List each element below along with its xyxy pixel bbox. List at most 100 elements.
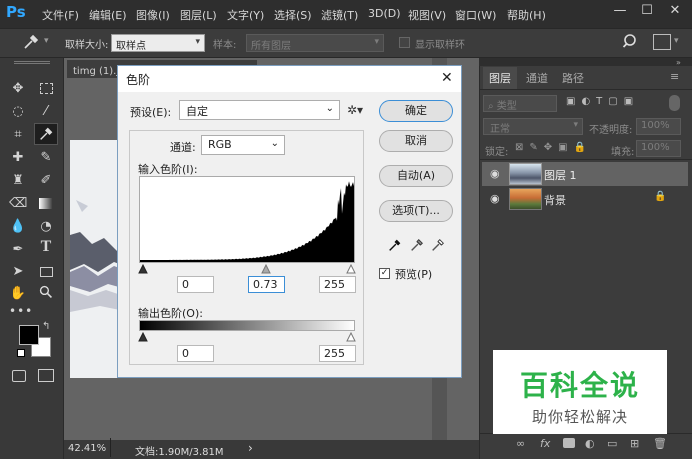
black-eyedropper-icon[interactable] <box>387 237 405 255</box>
blur-tool-icon[interactable]: 💧 <box>9 218 27 236</box>
pen-tool-icon[interactable]: ✒ <box>9 241 27 259</box>
delete-layer-icon[interactable]: 🗑 <box>653 437 667 450</box>
opacity-field[interactable]: 100% <box>636 118 681 135</box>
gamma-handle[interactable] <box>261 263 271 274</box>
cancel-button[interactable]: 取消 <box>379 130 453 152</box>
tab-paths[interactable]: 路径 <box>556 67 590 89</box>
menu-layer[interactable]: 图层(L) <box>180 7 217 23</box>
gradient-tool-icon[interactable] <box>37 195 55 213</box>
input-slider-track[interactable] <box>138 263 356 274</box>
preset-options-gear-icon[interactable]: ✲▾ <box>347 103 363 117</box>
sample-select[interactable]: 所有图层 ▾ <box>246 34 384 52</box>
output-black-field[interactable]: 0 <box>177 345 214 362</box>
stamp-tool-icon[interactable]: ♜ <box>9 172 27 190</box>
gray-eyedropper-icon[interactable] <box>409 237 427 255</box>
output-black-handle[interactable] <box>138 331 148 342</box>
options-button[interactable]: 选项(T)... <box>379 200 453 222</box>
crop-tool-icon[interactable]: ⌗ <box>9 126 27 144</box>
layer-kind-filter[interactable]: ⌕ 类型 <box>483 95 557 112</box>
close-window-button[interactable]: ✕ <box>662 3 688 25</box>
menu-help[interactable]: 帮助(H) <box>507 7 546 23</box>
fx-icon[interactable]: fx <box>540 437 550 450</box>
menu-select[interactable]: 选择(S) <box>274 7 312 23</box>
tab-layers[interactable]: 图层 <box>483 67 517 89</box>
output-white-handle[interactable] <box>346 331 356 342</box>
zoom-tool-icon[interactable] <box>37 285 55 303</box>
eye-visibility-icon[interactable]: ◉ <box>490 167 500 180</box>
eraser-tool-icon[interactable]: ⌫ <box>9 195 27 213</box>
collapse-panels-icon[interactable]: » <box>676 58 681 67</box>
brush-tool-icon[interactable]: ✎ <box>37 149 55 167</box>
path-selection-tool-icon[interactable]: ➤ <box>9 263 27 281</box>
zoom-level[interactable]: 42.41% <box>68 443 106 454</box>
panel-menu-icon[interactable]: ≡ <box>670 70 679 83</box>
menu-file[interactable]: 文件(F) <box>42 7 79 23</box>
workspace-icon[interactable] <box>653 34 671 50</box>
output-slider-track[interactable] <box>138 331 356 342</box>
lock-icons[interactable]: ⊠✎✥▣🔒 <box>515 142 592 153</box>
input-black-field[interactable]: 0 <box>177 276 214 293</box>
close-icon[interactable]: ✕ <box>441 70 453 86</box>
auto-button[interactable]: 自动(A) <box>379 165 453 187</box>
adjustment-layer-icon[interactable]: ◐ <box>585 437 595 450</box>
new-group-icon[interactable]: ▭ <box>607 437 617 450</box>
healing-brush-tool-icon[interactable]: ✚ <box>9 149 27 167</box>
input-gamma-field[interactable]: 0.73 <box>248 276 285 293</box>
layer-filter-icons[interactable]: ▣◐T▢▣ <box>566 96 639 107</box>
menu-type[interactable]: 文字(Y) <box>227 7 264 23</box>
menu-window[interactable]: 窗口(W) <box>455 7 496 23</box>
toolbar-grip <box>14 61 50 64</box>
quick-mask-icon[interactable] <box>12 370 26 382</box>
history-brush-tool-icon[interactable]: ✐ <box>37 172 55 190</box>
menu-view[interactable]: 视图(V) <box>408 7 446 23</box>
magic-wand-tool-icon[interactable]: ⁄ <box>37 103 55 121</box>
menu-edit[interactable]: 编辑(E) <box>89 7 127 23</box>
input-white-field[interactable]: 255 <box>319 276 356 293</box>
rectangle-tool-icon[interactable] <box>37 263 55 281</box>
maximize-button[interactable]: ☐ <box>634 3 660 25</box>
preview-label[interactable]: 预览(P) <box>395 266 432 282</box>
preset-select[interactable]: 自定 ⌄ <box>179 100 340 120</box>
workspace-chevron-icon[interactable]: ▾ <box>674 36 679 46</box>
eye-visibility-icon[interactable]: ◉ <box>490 192 500 205</box>
channel-select[interactable]: RGB ⌄ <box>201 135 285 155</box>
fill-field[interactable]: 100% <box>636 140 681 157</box>
search-icon[interactable] <box>622 33 640 51</box>
dodge-tool-icon[interactable]: ◔ <box>37 218 55 236</box>
black-point-handle[interactable] <box>138 263 148 274</box>
eyedropper-icon[interactable] <box>22 33 42 53</box>
hand-tool-icon[interactable]: ✋ <box>9 285 27 303</box>
white-point-handle[interactable] <box>346 263 356 274</box>
minimize-button[interactable]: — <box>607 3 633 25</box>
menu-filter[interactable]: 滤镜(T) <box>321 7 358 23</box>
menu-image[interactable]: 图像(I) <box>136 7 170 23</box>
tab-channels[interactable]: 通道 <box>520 67 554 89</box>
link-layers-icon[interactable]: ∞ <box>516 437 525 450</box>
eyedropper-tool-icon[interactable] <box>34 123 58 145</box>
tool-preset-chevron-icon[interactable]: ▾ <box>44 36 49 46</box>
layer-row-background[interactable]: ◉ 背景 🔒 <box>482 187 688 211</box>
move-tool-icon[interactable]: ✥ <box>9 80 27 98</box>
default-colors-icon[interactable] <box>17 349 25 357</box>
screen-mode-icon[interactable] <box>38 369 54 382</box>
layer-row-layer1[interactable]: ◉ 图层 1 <box>482 162 688 186</box>
output-white-field[interactable]: 255 <box>319 345 356 362</box>
ok-button[interactable]: 确定 <box>379 100 453 122</box>
new-layer-icon[interactable]: ⊞ <box>630 437 639 450</box>
add-mask-icon[interactable] <box>563 438 575 448</box>
menu-3d[interactable]: 3D(D) <box>368 7 401 20</box>
white-eyedropper-icon[interactable] <box>430 237 448 255</box>
filter-toggle-switch[interactable] <box>669 95 680 111</box>
preview-checkbox[interactable]: ✓ <box>379 268 390 279</box>
more-tools-icon[interactable]: ••• <box>9 302 32 320</box>
status-menu-arrow[interactable]: › <box>248 441 253 455</box>
marquee-tool-icon[interactable] <box>37 80 55 98</box>
sample-size-select[interactable]: 取样点 ▾ <box>111 34 205 52</box>
lasso-tool-icon[interactable]: ◌ <box>9 103 27 121</box>
type-tool-icon[interactable]: T <box>37 238 55 256</box>
chevron-down-icon: ⌄ <box>270 138 279 149</box>
foreground-color-swatch[interactable] <box>19 325 39 345</box>
show-ring-checkbox[interactable] <box>399 37 410 48</box>
blend-mode-select[interactable]: 正常 ▾ <box>483 118 583 135</box>
swap-colors-icon[interactable]: ↰ <box>42 321 50 332</box>
